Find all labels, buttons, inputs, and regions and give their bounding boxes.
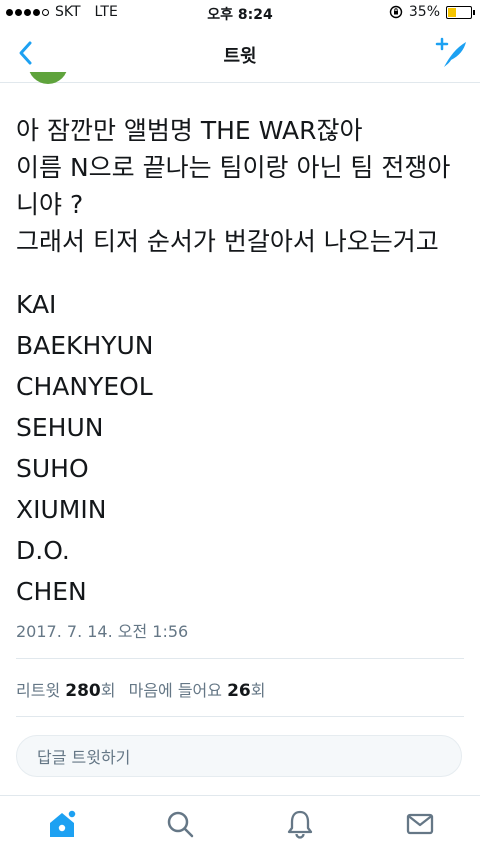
member-name: BAEKHYUN (16, 331, 154, 360)
battery-icon (446, 5, 475, 19)
retweet-count: 280 (65, 681, 101, 701)
tab-bar (0, 795, 480, 855)
compose-tweet-icon[interactable] (434, 36, 468, 70)
tweet-line: 니야 ? (16, 190, 84, 219)
retweet-unit: 회 (100, 681, 116, 700)
tweet-line: 그래서 티저 순서가 번갈아서 나오는거고 (16, 227, 439, 256)
status-bar: SKT LTE 오후 8:24 35% (0, 0, 480, 26)
retweet-label: 리트윗 (16, 681, 61, 700)
tweet-line: 아 잠깐만 앨범명 THE WAR잖아 (16, 116, 363, 145)
divider (16, 716, 464, 717)
like-label: 마음에 들어요 (128, 681, 222, 700)
like-count: 26 (227, 681, 251, 701)
member-name: D.O. (16, 536, 70, 565)
retweet-stat[interactable]: 리트윗 280회 (16, 681, 121, 701)
navigation-bar: 트윗 (0, 26, 480, 83)
reply-box[interactable] (16, 735, 462, 778)
member-name: CHANYEOL (16, 372, 153, 401)
divider (16, 658, 464, 659)
member-name: CHEN (16, 577, 87, 606)
tweet-timestamp: 2017. 7. 14. 오전 1:56 (16, 622, 189, 641)
orientation-lock-icon (389, 5, 403, 19)
notifications-icon[interactable] (284, 808, 316, 840)
tweet-stats: 리트윗 280회 마음에 들어요 26회 (16, 677, 266, 701)
member-name-list: KAI BAEKHYUN CHANYEOL SEHUN SUHO XIUMIN … (16, 284, 154, 612)
home-icon[interactable] (46, 808, 78, 840)
member-name: SEHUN (16, 413, 104, 442)
member-name: SUHO (16, 454, 89, 483)
tweet-line: 이름 N으로 끝나는 팀이랑 아닌 팀 전쟁아 (16, 153, 451, 182)
battery-percent: 35% (408, 4, 440, 20)
avatar[interactable] (28, 72, 68, 86)
messages-icon[interactable] (404, 808, 436, 840)
tweet-text: 아 잠깐만 앨범명 THE WAR잖아 이름 N으로 끝나는 팀이랑 아닌 팀 … (16, 112, 466, 260)
page-title: 트윗 (223, 46, 257, 67)
member-name: XIUMIN (16, 495, 107, 524)
like-stat[interactable]: 마음에 들어요 26회 (128, 681, 266, 701)
reply-input[interactable] (17, 736, 439, 778)
battery-level-fill (448, 7, 456, 17)
search-icon[interactable] (164, 808, 196, 840)
member-name: KAI (16, 290, 57, 319)
like-unit: 회 (250, 681, 266, 700)
